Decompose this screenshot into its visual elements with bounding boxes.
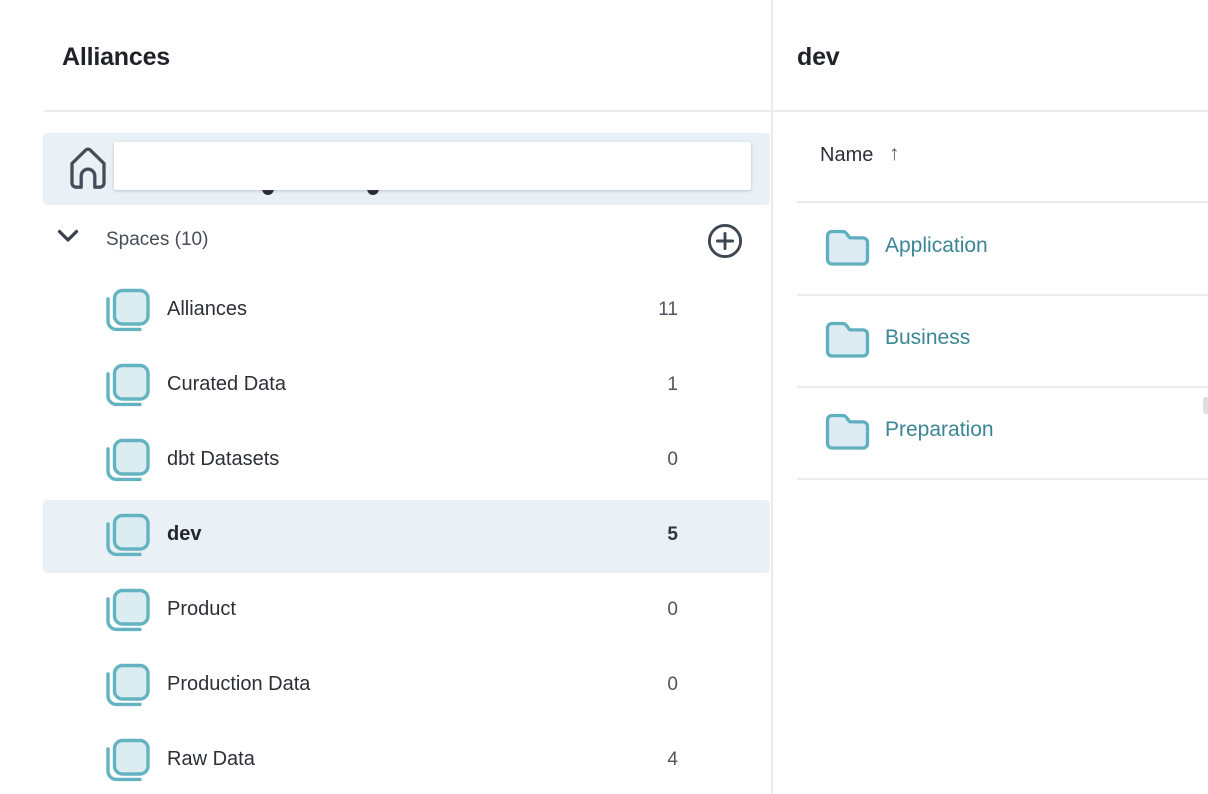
name-column-header[interactable]: Name: [820, 144, 873, 167]
space-label: dbt Datasets: [167, 448, 279, 471]
folder-icon: [824, 320, 871, 360]
space-icon: [104, 363, 150, 410]
home-row[interactable]: [43, 133, 770, 205]
space-label: Raw Data: [167, 748, 255, 771]
spaces-section-label: Spaces (10): [106, 229, 208, 251]
space-row-production-data[interactable]: Production Data 0: [43, 650, 770, 723]
folder-row-application[interactable]: Application: [797, 202, 1208, 296]
folder-icon: [824, 228, 871, 268]
space-label: Production Data: [167, 673, 310, 696]
space-icon: [104, 663, 150, 710]
folder-link[interactable]: Preparation: [885, 418, 994, 442]
spaces-section-row[interactable]: Spaces (10): [0, 220, 771, 262]
space-icon: [104, 513, 150, 560]
space-count: 0: [560, 674, 678, 696]
table-header-row: Name ↑: [797, 130, 1208, 203]
space-count: 11: [560, 299, 678, 321]
space-row-raw-data[interactable]: Raw Data 4: [43, 725, 770, 794]
panel-divider: [771, 0, 773, 794]
left-panel-title: Alliances: [62, 43, 170, 72]
space-label: Curated Data: [167, 373, 286, 396]
space-count: 1: [560, 374, 678, 396]
folder-row-business[interactable]: Business: [797, 294, 1208, 388]
folder-icon: [824, 412, 871, 452]
folder-link[interactable]: Business: [885, 326, 970, 350]
space-count: 4: [560, 749, 678, 771]
right-title-divider: [773, 110, 1208, 112]
space-icon: [104, 588, 150, 635]
folder-row-preparation[interactable]: Preparation: [797, 386, 1208, 480]
space-count: 5: [560, 524, 678, 546]
right-panel-title: dev: [797, 43, 839, 72]
space-icon: [104, 288, 150, 335]
folder-link[interactable]: Application: [885, 234, 988, 258]
sort-ascending-icon[interactable]: ↑: [889, 142, 900, 166]
space-count: 0: [560, 599, 678, 621]
space-count: 0: [560, 449, 678, 471]
space-row-alliances[interactable]: Alliances 11: [43, 275, 770, 348]
space-label: Product: [167, 598, 236, 621]
add-space-button[interactable]: [706, 222, 744, 260]
space-row-product[interactable]: Product 0: [43, 575, 770, 648]
space-label: dev: [167, 523, 201, 546]
chevron-down-icon[interactable]: [57, 229, 79, 243]
left-title-divider: [44, 110, 771, 112]
space-row-dev[interactable]: dev 5: [43, 500, 770, 573]
app-window: Alliances Spaces (10): [0, 0, 1208, 794]
space-label: Alliances: [167, 298, 247, 321]
redaction-overlay: [114, 142, 751, 190]
space-icon: [104, 438, 150, 485]
space-row-curated-data[interactable]: Curated Data 1: [43, 350, 770, 423]
space-row-dbt-datasets[interactable]: dbt Datasets 0: [43, 425, 770, 498]
right-edge-artifact: [1203, 397, 1208, 414]
space-icon: [104, 738, 150, 785]
home-icon: [68, 144, 108, 192]
